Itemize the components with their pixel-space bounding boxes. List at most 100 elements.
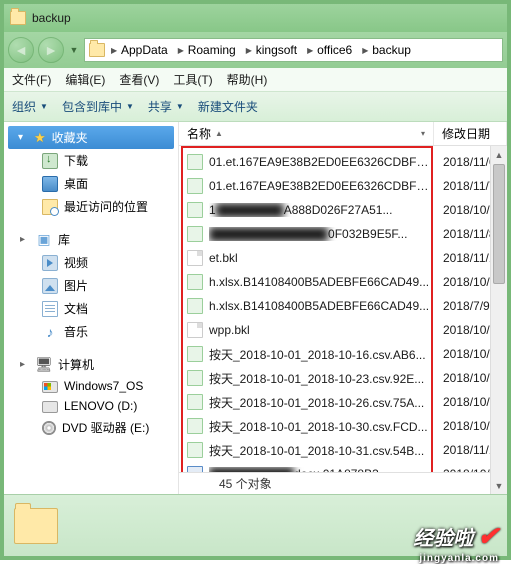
folder-icon bbox=[14, 508, 58, 544]
chevron-right-icon[interactable]: ▶ bbox=[358, 44, 366, 57]
file-name: 按天_2018-10-01_2018-10-23.csv.92E... bbox=[209, 370, 433, 387]
file-name: h.xlsx.B14108400B5ADEBFE66CAD49... bbox=[209, 275, 433, 289]
file-row[interactable]: 01.et.167EA9E38B2ED0EE6326CDBF7...2018/1… bbox=[179, 174, 507, 198]
file-icon bbox=[187, 178, 203, 194]
file-row[interactable]: ██████████████0F032B9E5F...2018/11/8 8 bbox=[179, 222, 507, 246]
column-label: 名称 bbox=[187, 125, 211, 142]
titlebar: backup bbox=[4, 4, 507, 32]
download-icon bbox=[42, 153, 58, 169]
nav-downloads[interactable]: 下载 bbox=[4, 149, 178, 172]
menu-file[interactable]: 文件(F) bbox=[12, 71, 51, 88]
file-row[interactable]: 按天_2018-10-01_2018-10-23.csv.92E...2018/… bbox=[179, 366, 507, 390]
column-date[interactable]: 修改日期 bbox=[434, 122, 507, 145]
crumb-appdata[interactable]: AppData bbox=[117, 41, 172, 59]
nav-history-dropdown[interactable]: ▼ bbox=[68, 37, 80, 63]
file-name: h.xlsx.B14108400B5ADEBFE66CAD49... bbox=[209, 299, 433, 313]
file-icon bbox=[187, 250, 203, 266]
scroll-thumb[interactable] bbox=[493, 164, 505, 284]
vertical-scrollbar[interactable]: ▲ ▼ bbox=[490, 146, 507, 494]
desktop-icon bbox=[42, 176, 58, 192]
status-text: 45 个对象 bbox=[219, 475, 272, 492]
menu-edit[interactable]: 编辑(E) bbox=[65, 71, 105, 88]
scroll-down-icon[interactable]: ▼ bbox=[491, 477, 507, 494]
file-row[interactable]: 按天_2018-10-01_2018-10-26.csv.75A...2018/… bbox=[179, 390, 507, 414]
chevron-right-icon[interactable]: ▶ bbox=[107, 44, 115, 57]
file-row[interactable]: h.xlsx.B14108400B5ADEBFE66CAD49...2018/1… bbox=[179, 270, 507, 294]
nav-favorites[interactable]: ▾★收藏夹 bbox=[8, 126, 174, 149]
nav-drive-d[interactable]: LENOVO (D:) bbox=[4, 396, 178, 416]
toolbar: 组织▼ 包含到库中▼ 共享▼ 新建文件夹 bbox=[4, 92, 507, 122]
menu-view[interactable]: 查看(V) bbox=[119, 71, 159, 88]
drive-icon bbox=[42, 381, 58, 393]
file-icon bbox=[187, 322, 203, 338]
window-title: backup bbox=[32, 11, 71, 25]
chevron-right-icon[interactable]: ▶ bbox=[303, 44, 311, 57]
chevron-down-icon[interactable]: ▾ bbox=[421, 129, 425, 138]
scroll-up-icon[interactable]: ▲ bbox=[491, 146, 507, 163]
file-row[interactable]: 按天_2018-10-01_2018-10-16.csv.AB6...2018/… bbox=[179, 342, 507, 366]
chevron-right-icon[interactable]: ▶ bbox=[242, 44, 250, 57]
computer-icon: 🖥 bbox=[36, 357, 52, 373]
file-list: 01.et.167EA9E38B2ED0EE6326CDBF7...2018/1… bbox=[179, 146, 507, 472]
tool-share[interactable]: 共享▼ bbox=[148, 98, 184, 115]
file-icon bbox=[187, 418, 203, 434]
chevron-down-icon: ▼ bbox=[126, 102, 134, 111]
menu-tools[interactable]: 工具(T) bbox=[173, 71, 212, 88]
file-row[interactable]: 1████████A888D026F27A51...2018/10/24 bbox=[179, 198, 507, 222]
file-icon bbox=[187, 466, 203, 472]
file-row[interactable]: ██████████docx.01A878B3...2018/10/19 bbox=[179, 462, 507, 472]
nav-drive-dvd[interactable]: DVD 驱动器 (E:) bbox=[4, 416, 178, 439]
address-bar[interactable]: ▶AppData ▶Roaming ▶kingsoft ▶office6 ▶ba… bbox=[84, 38, 503, 62]
nav-label: 文档 bbox=[64, 300, 88, 317]
crumb-backup[interactable]: backup bbox=[368, 41, 415, 59]
nav-label: 音乐 bbox=[64, 323, 88, 340]
file-icon bbox=[187, 226, 203, 242]
watermark: 经验啦 ✔ jingyanla.com bbox=[413, 521, 499, 552]
recent-icon bbox=[42, 199, 58, 215]
crumb-office6[interactable]: office6 bbox=[313, 41, 356, 59]
tool-include[interactable]: 包含到库中▼ bbox=[62, 98, 134, 115]
back-button[interactable]: ◄ bbox=[8, 37, 34, 63]
menu-help[interactable]: 帮助(H) bbox=[227, 71, 268, 88]
crumb-kingsoft[interactable]: kingsoft bbox=[252, 41, 301, 59]
file-row[interactable]: wpp.bkl2018/10/30 bbox=[179, 318, 507, 342]
tool-organize[interactable]: 组织▼ bbox=[12, 98, 48, 115]
watermark-text: 经验啦 bbox=[413, 522, 473, 551]
nav-label: 计算机 bbox=[58, 356, 94, 373]
nav-label: 下载 bbox=[64, 152, 88, 169]
nav-label: 库 bbox=[58, 231, 70, 248]
expand-icon: ▸ bbox=[20, 359, 30, 370]
file-name: 01.et.167EA9E38B2ED0EE6326CDBF7... bbox=[209, 179, 433, 193]
column-name[interactable]: 名称 ▲ ▾ bbox=[179, 122, 434, 145]
file-row[interactable]: 按天_2018-10-01_2018-10-31.csv.54B...2018/… bbox=[179, 438, 507, 462]
file-row[interactable]: 按天_2018-10-01_2018-10-30.csv.FCD...2018/… bbox=[179, 414, 507, 438]
dvd-icon bbox=[42, 421, 56, 435]
crumb-roaming[interactable]: Roaming bbox=[184, 41, 240, 59]
nav-recent[interactable]: 最近访问的位置 bbox=[4, 195, 178, 218]
file-row[interactable]: et.bkl2018/11/14 bbox=[179, 246, 507, 270]
file-row[interactable]: h.xlsx.B14108400B5ADEBFE66CAD49...2018/7… bbox=[179, 294, 507, 318]
sort-asc-icon: ▲ bbox=[215, 129, 223, 138]
nav-pictures[interactable]: 图片 bbox=[4, 274, 178, 297]
file-name: 01.et.167EA9E38B2ED0EE6326CDBF7... bbox=[209, 155, 433, 169]
nav-videos[interactable]: 视频 bbox=[4, 251, 178, 274]
nav-label: Windows7_OS bbox=[64, 379, 143, 393]
file-name: ██████████████0F032B9E5F... bbox=[209, 227, 433, 241]
nav-documents[interactable]: 文档 bbox=[4, 297, 178, 320]
file-row[interactable]: 01.et.167EA9E38B2ED0EE6326CDBF7...2018/1… bbox=[179, 150, 507, 174]
nav-computer[interactable]: ▸ 🖥 计算机 bbox=[4, 353, 178, 376]
nav-desktop[interactable]: 桌面 bbox=[4, 172, 178, 195]
nav-drive-c[interactable]: Windows7_OS bbox=[4, 376, 178, 396]
file-icon bbox=[187, 298, 203, 314]
nav-label: 最近访问的位置 bbox=[64, 198, 148, 215]
nav-label: 视频 bbox=[64, 254, 88, 271]
check-icon: ✔ bbox=[477, 521, 499, 552]
nav-music[interactable]: ♪音乐 bbox=[4, 320, 178, 343]
file-icon bbox=[187, 370, 203, 386]
forward-button[interactable]: ► bbox=[38, 37, 64, 63]
file-name: 按天_2018-10-01_2018-10-16.csv.AB6... bbox=[209, 346, 433, 363]
chevron-right-icon[interactable]: ▶ bbox=[174, 44, 182, 57]
tool-newfolder[interactable]: 新建文件夹 bbox=[198, 98, 258, 115]
file-icon bbox=[187, 346, 203, 362]
nav-libraries[interactable]: ▸▣库 bbox=[4, 228, 178, 251]
